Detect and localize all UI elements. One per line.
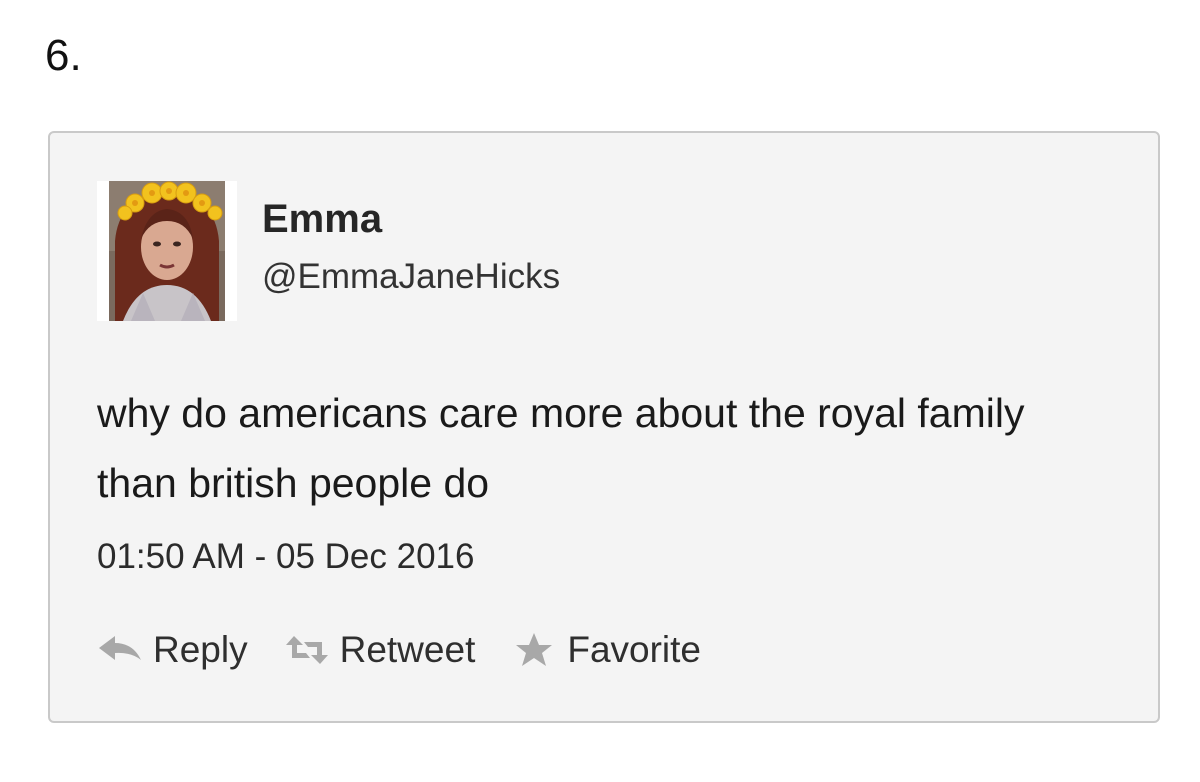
- retweet-button[interactable]: Retweet: [284, 628, 476, 672]
- reply-button[interactable]: Reply: [97, 628, 248, 672]
- retweet-icon: [284, 632, 330, 668]
- user-handle[interactable]: @EmmaJaneHicks: [262, 255, 560, 299]
- item-number: 6.: [45, 31, 82, 80]
- star-icon: [511, 632, 557, 668]
- display-name[interactable]: Emma: [262, 195, 382, 243]
- avatar[interactable]: [97, 181, 237, 321]
- tweet-timestamp[interactable]: 01:50 AM - 05 Dec 2016: [97, 535, 474, 579]
- avatar-image: [109, 181, 225, 321]
- tweet-text: why do americans care more about the roy…: [97, 390, 1025, 506]
- favorite-button[interactable]: Favorite: [511, 628, 701, 672]
- reply-icon: [97, 632, 143, 668]
- tweet-actions: Reply Retweet Favorite: [97, 625, 737, 675]
- retweet-label: Retweet: [339, 629, 476, 670]
- tweet-card: Emma @EmmaJaneHicks why do americans car…: [48, 131, 1160, 723]
- reply-label: Reply: [153, 629, 248, 670]
- favorite-label: Favorite: [567, 629, 701, 670]
